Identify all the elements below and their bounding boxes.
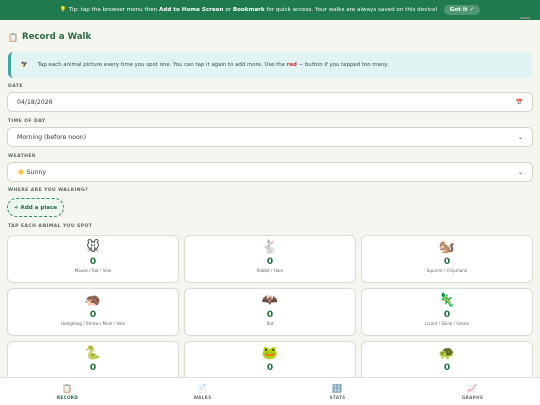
animal-name: Lizard / Skink / Gecko [425,321,469,326]
weather-select[interactable]: ☀️ Sunny ⌄ [7,162,533,182]
animal-count: 0 [266,257,274,267]
got-it-button[interactable]: Got it ✓ [443,5,481,15]
calendar-icon[interactable]: 📅 [516,99,523,106]
animal-count: 0 [443,257,451,267]
animal-name: Bat [266,321,274,326]
clipboard-icon: 📋 [8,32,18,42]
install-tip-banner: 💡 Tip: tap the browser menu then Add to … [0,0,540,20]
add-place-button[interactable]: + Add a place [7,198,64,217]
squirrel-icon: 🐿️ [438,240,456,255]
tab-graphs[interactable]: 📈 GRAPHS [405,384,540,400]
tab-stats[interactable]: 🔢 STATS [270,384,405,400]
animal-count: 0 [89,363,97,373]
bat-icon: 🦇 [261,293,279,308]
tip-text: Tap each animal picture every time you s… [37,62,389,68]
chevron-down-icon: ⌄ [517,133,523,141]
chart-icon: 📈 [467,383,478,393]
turtle-icon: 🐢 [438,346,456,361]
date-input[interactable]: 04/18/2026 📅 [7,92,533,112]
instruction-tip: 🦅 Tap each animal picture every time you… [8,52,532,78]
numbers-icon: 🔢 [332,383,343,393]
date-label: DATE [8,84,23,89]
animal-card-lizard[interactable]: 🦎 0 Lizard / Skink / Gecko [361,288,533,336]
animal-card-bat[interactable]: 🦇 0 Bat [184,288,356,336]
place-label: WHERE ARE YOU WALKING? [8,188,89,193]
animal-name: Squirrel / Chipmunk [426,268,468,273]
hedgehog-icon: 🦔 [84,293,102,308]
bottom-nav: 📋 RECORD 📄 WALKS 🔢 STATS 📈 GRAPHS [0,377,540,405]
scroll-handle [520,17,530,19]
animal-name: Mouse / Rat / Vole [74,268,112,273]
animal-count: 0 [266,310,274,320]
animal-count: 0 [266,363,274,373]
document-icon: 📄 [197,383,208,393]
mouse-icon: 🐭 [86,240,100,255]
tab-record[interactable]: 📋 RECORD [0,384,135,400]
animal-card-rabbit[interactable]: 🐇 0 Rabbit / Hare [184,235,356,283]
animal-card-mouse[interactable]: 🐭 0 Mouse / Rat / Vole [7,235,179,283]
lizard-icon: 🦎 [438,293,456,308]
rabbit-icon: 🐇 [261,240,279,255]
animal-card-hedgehog[interactable]: 🦔 0 Hedgehog / Shrew / Mole / Vole [7,288,179,336]
time-of-day-label: TIME OF DAY [8,119,46,124]
snake-icon: 🐍 [84,346,102,361]
chevron-down-icon: ⌄ [517,168,523,176]
animal-card-squirrel[interactable]: 🐿️ 0 Squirrel / Chipmunk [361,235,533,283]
animal-count: 0 [443,310,451,320]
animal-count: 0 [89,310,97,320]
animal-name: Hedgehog / Shrew / Mole / Vole [61,321,125,326]
frog-icon: 🐸 [261,346,279,361]
animals-label: TAP EACH ANIMAL YOU SPOT [8,224,93,229]
time-of-day-select[interactable]: Morning (before noon) ⌄ [7,127,533,147]
clipboard-icon: 📋 [62,383,73,393]
tab-walks[interactable]: 📄 WALKS [135,384,270,400]
weather-label: WEATHER [8,154,36,159]
banner-text: 💡 Tip: tap the browser menu then Add to … [59,7,438,13]
page-title: 📋 Record a Walk [8,32,92,42]
eagle-icon: 🦅 [21,62,28,68]
animal-name: Rabbit / Hare [256,268,284,273]
animal-count: 0 [89,257,97,267]
animal-count: 0 [443,363,451,373]
